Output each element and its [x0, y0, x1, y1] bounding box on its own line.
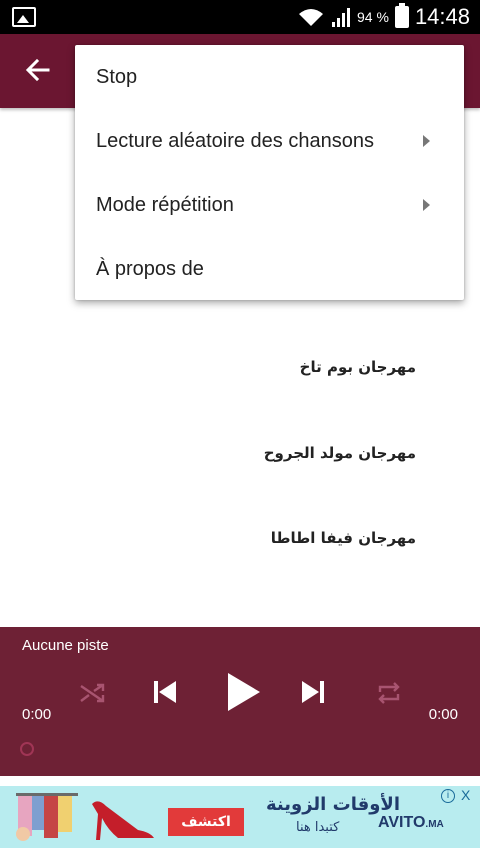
- ad-brand: AVITO.MA: [378, 814, 444, 832]
- shuffle-icon[interactable]: [78, 679, 106, 707]
- signal-icon: [332, 8, 351, 27]
- ad-subtext: كتبدا هنا: [296, 820, 340, 835]
- status-bar: 94 % 14:48: [0, 0, 480, 34]
- player-panel: Aucune piste 0:00 0:00: [0, 627, 480, 776]
- ad-brand-suffix: .MA: [425, 819, 444, 830]
- ad-brand-name: AVITO: [378, 814, 426, 831]
- ad-banner[interactable]: اكتشف الأوقات الزوينة كتبدا هنا AVITO.MA…: [0, 786, 480, 848]
- menu-item-repeat-mode[interactable]: Mode répétition: [96, 194, 234, 217]
- battery-icon: [394, 3, 409, 28]
- ad-headline: الأوقات الزوينة: [266, 794, 400, 815]
- ad-spacer: [0, 776, 480, 786]
- total-time: 0:00: [428, 706, 458, 723]
- status-right: 94 % 14:48: [297, 0, 470, 34]
- next-icon[interactable]: [298, 677, 328, 707]
- elapsed-time: 0:00: [22, 706, 52, 723]
- menu-item-about[interactable]: À propos de: [96, 258, 204, 281]
- repeat-icon[interactable]: [375, 679, 403, 707]
- ad-info-icon[interactable]: i: [441, 789, 455, 803]
- gallery-notification-icon: [12, 7, 36, 27]
- clock: 14:48: [414, 4, 470, 29]
- ad-close-icon[interactable]: X: [461, 787, 470, 803]
- submenu-arrow-icon: [423, 135, 430, 147]
- back-arrow-icon[interactable]: [24, 56, 52, 84]
- submenu-arrow-icon: [423, 199, 430, 211]
- track-item[interactable]: مهرجان بوم تاخ: [300, 358, 416, 376]
- menu-item-stop[interactable]: Stop: [96, 66, 137, 89]
- battery-percent: 94 %: [357, 9, 389, 25]
- menu-item-shuffle[interactable]: Lecture aléatoire des chansons: [96, 130, 374, 153]
- track-item[interactable]: مهرجان مولد الجروح: [264, 444, 416, 462]
- track-item[interactable]: مهرجان فيفا اطاطا: [271, 529, 416, 547]
- overflow-menu: Stop Lecture aléatoire des chansons Mode…: [75, 45, 464, 300]
- wifi-icon: [299, 9, 324, 26]
- play-icon[interactable]: [224, 671, 262, 713]
- red-shoe-image: [92, 801, 154, 840]
- now-playing-label: Aucune piste: [22, 637, 109, 654]
- seek-bar-thumb[interactable]: [20, 742, 34, 756]
- clothes-rack-image: [16, 793, 78, 841]
- previous-icon[interactable]: [150, 677, 180, 707]
- bottom-strip: [0, 848, 480, 854]
- ad-cta-button[interactable]: اكتشف: [168, 808, 244, 836]
